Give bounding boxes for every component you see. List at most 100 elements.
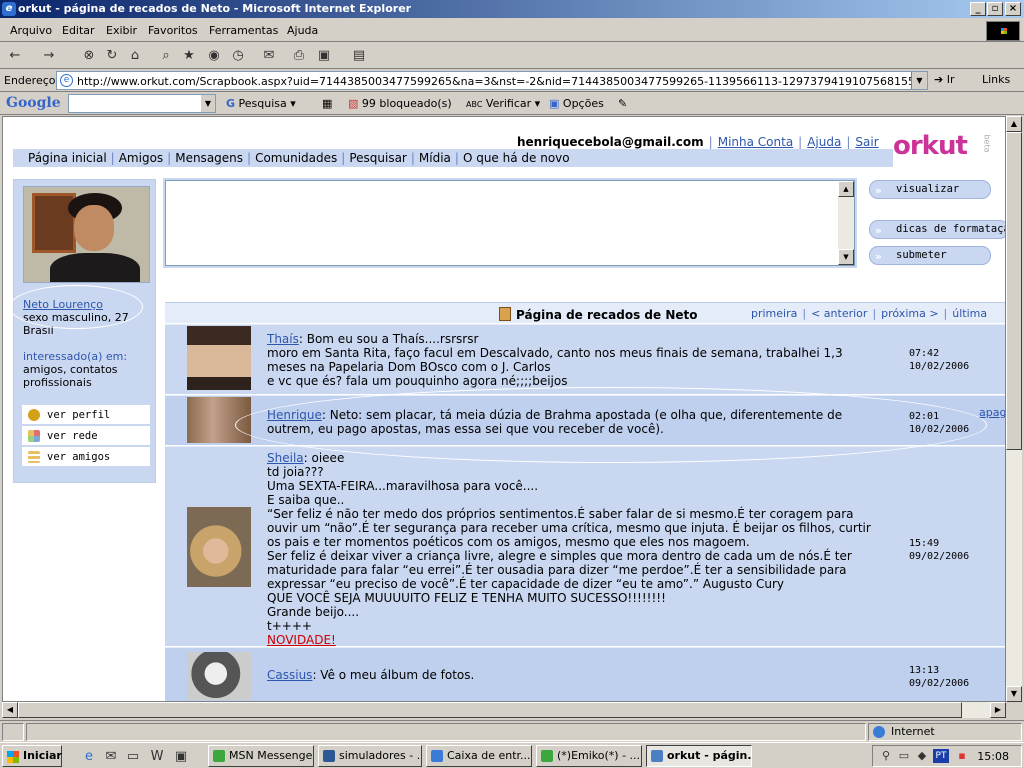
folder-quicklaunch-icon[interactable]: ▭ xyxy=(124,748,142,766)
textarea-scrollbar[interactable]: ▲ ▼ xyxy=(838,181,854,265)
scrap-author-link[interactable]: Cassius xyxy=(267,668,312,682)
print-icon[interactable]: ⎙ xyxy=(290,47,308,65)
globe-icon xyxy=(873,726,885,738)
task-label: MSN Messenger xyxy=(229,749,314,762)
view-friends-link[interactable]: ver amigos xyxy=(21,446,151,467)
network-icon xyxy=(28,430,40,442)
network-icon[interactable]: ⚲ xyxy=(877,747,895,765)
submit-button[interactable]: » submeter xyxy=(869,246,991,265)
menu-favorites[interactable]: Favoritos xyxy=(148,24,198,37)
go-button[interactable]: ➔ Ir xyxy=(934,73,955,86)
highlight-icon[interactable]: ✎ xyxy=(618,97,627,110)
menu-view[interactable]: Exibir xyxy=(106,24,137,37)
profile-photo[interactable] xyxy=(23,186,150,283)
google-toolbar: Google ▼ G Pesquisa ▾ ▦ ▧ 99 bloqueado(s… xyxy=(0,93,1024,115)
view-profile-link[interactable]: ver perfil xyxy=(21,404,151,425)
favorites-icon[interactable]: ★ xyxy=(180,47,198,65)
scroll-down-icon[interactable]: ▼ xyxy=(1006,686,1022,702)
scrap-textarea[interactable]: ▲ ▼ xyxy=(165,180,855,266)
task-emiko[interactable]: (*)Emiko(*) - ... xyxy=(536,745,642,767)
help-link[interactable]: Ajuda xyxy=(807,135,841,149)
address-input[interactable]: e http://www.orkut.com/Scrapbook.aspx?ui… xyxy=(56,71,928,90)
google-logo[interactable]: Google xyxy=(6,95,61,111)
pagerank-icon[interactable]: ▦ xyxy=(322,97,332,110)
menu-edit[interactable]: Editar xyxy=(62,24,95,37)
avatar[interactable] xyxy=(187,326,251,390)
google-search-input[interactable]: ▼ xyxy=(68,94,216,113)
home-icon[interactable]: ⌂ xyxy=(126,47,144,65)
nav-media[interactable]: Mídia xyxy=(419,151,451,165)
chevron-down-icon[interactable]: ▼ xyxy=(201,95,215,112)
pager-previous[interactable]: < anterior xyxy=(811,307,867,320)
language-indicator[interactable]: PT xyxy=(933,749,949,763)
close-button[interactable]: × xyxy=(1005,2,1021,16)
media-icon[interactable]: ◉ xyxy=(205,47,223,65)
task-orkut[interactable]: orkut - págin... xyxy=(646,745,752,767)
news-link[interactable]: NOVIDADE! xyxy=(267,633,336,647)
monitor-icon[interactable]: ▭ xyxy=(895,747,913,765)
scroll-up-icon[interactable]: ▲ xyxy=(838,181,854,197)
delete-scrap-link[interactable]: apagar xyxy=(979,406,1005,419)
spellcheck-button[interactable]: ABC Verificar ▾ xyxy=(466,97,540,110)
mail-icon[interactable]: ✉ xyxy=(260,47,278,65)
discuss-icon[interactable]: ▤ xyxy=(350,47,368,65)
go-label: Ir xyxy=(946,73,955,86)
scroll-down-icon[interactable]: ▼ xyxy=(838,249,854,265)
refresh-icon[interactable]: ↻ xyxy=(103,47,121,65)
maximize-button[interactable]: ▫ xyxy=(987,2,1003,16)
horizontal-scrollbar[interactable]: ◀ ▶ xyxy=(2,702,1006,718)
menu-help[interactable]: Ajuda xyxy=(287,24,318,37)
pager-first[interactable]: primeira xyxy=(751,307,797,320)
task-inbox[interactable]: Caixa de entr... xyxy=(426,745,532,767)
nav-messages[interactable]: Mensagens xyxy=(175,151,243,165)
my-account-link[interactable]: Minha Conta xyxy=(718,135,793,149)
scroll-thumb[interactable] xyxy=(18,702,962,718)
scroll-up-icon[interactable]: ▲ xyxy=(1006,116,1022,132)
nav-search[interactable]: Pesquisar xyxy=(349,151,407,165)
scroll-thumb[interactable] xyxy=(1006,132,1022,450)
popup-blocker-button[interactable]: ▧ 99 bloqueado(s) xyxy=(348,97,452,110)
task-msn-messenger[interactable]: MSN Messenger xyxy=(208,745,314,767)
nav-whats-new[interactable]: O que há de novo xyxy=(463,151,570,165)
orkut-logo[interactable]: orkut xyxy=(893,131,968,161)
options-button[interactable]: ▣ Opções xyxy=(549,97,604,110)
pager-last[interactable]: última xyxy=(952,307,987,320)
scroll-right-icon[interactable]: ▶ xyxy=(990,702,1006,718)
formatting-tips-button[interactable]: » dicas de formatação xyxy=(869,220,1005,239)
avatar[interactable] xyxy=(187,507,251,587)
address-label: Endereço xyxy=(4,74,56,87)
antivirus-icon[interactable]: ◆ xyxy=(913,747,931,765)
chevron-down-icon[interactable]: ▼ xyxy=(911,72,927,89)
back-icon[interactable]: ← xyxy=(6,47,24,65)
search-icon[interactable]: ⌕ xyxy=(157,47,175,65)
outlook-quicklaunch-icon[interactable]: ✉ xyxy=(102,748,120,766)
nav-communities[interactable]: Comunidades xyxy=(255,151,337,165)
word-quicklaunch-icon[interactable]: W xyxy=(148,748,166,766)
nav-home[interactable]: Página inicial xyxy=(28,151,107,165)
edit-icon[interactable]: ▣ xyxy=(315,47,333,65)
pager-next[interactable]: próxima > xyxy=(881,307,938,320)
desktop-quicklaunch-icon[interactable]: ▣ xyxy=(172,748,190,766)
scroll-left-icon[interactable]: ◀ xyxy=(2,702,18,718)
toolbar: ← → ⊗ ↻ ⌂ ⌕ ★ ◉ ◷ ✉ ⎙ ▣ ▤ xyxy=(0,43,1024,69)
start-button[interactable]: Iniciar xyxy=(2,745,62,767)
forward-icon[interactable]: → xyxy=(40,47,58,65)
nav-friends[interactable]: Amigos xyxy=(119,151,163,165)
logout-link[interactable]: Sair xyxy=(855,135,878,149)
links-button[interactable]: Links xyxy=(982,73,1010,86)
msn-tray-icon[interactable]: ▪ xyxy=(953,747,971,765)
view-network-link[interactable]: ver rede xyxy=(21,425,151,446)
preview-button[interactable]: » visualizar xyxy=(869,180,991,199)
vertical-scrollbar[interactable]: ▲ ▼ xyxy=(1006,116,1022,702)
task-simuladores[interactable]: simuladores - ... xyxy=(318,745,422,767)
ie-quicklaunch-icon[interactable]: e xyxy=(80,748,98,766)
stop-icon[interactable]: ⊗ xyxy=(80,47,98,65)
scrap-author-link[interactable]: Thaís xyxy=(267,332,299,346)
history-icon[interactable]: ◷ xyxy=(229,47,247,65)
menu-tools[interactable]: Ferramentas xyxy=(209,24,278,37)
minimize-button[interactable]: _ xyxy=(970,2,986,16)
avatar[interactable] xyxy=(187,652,251,700)
google-search-button[interactable]: G Pesquisa ▾ xyxy=(226,97,296,110)
scrap-author-link[interactable]: Sheila xyxy=(267,451,304,465)
menu-file[interactable]: Arquivo xyxy=(10,24,52,37)
